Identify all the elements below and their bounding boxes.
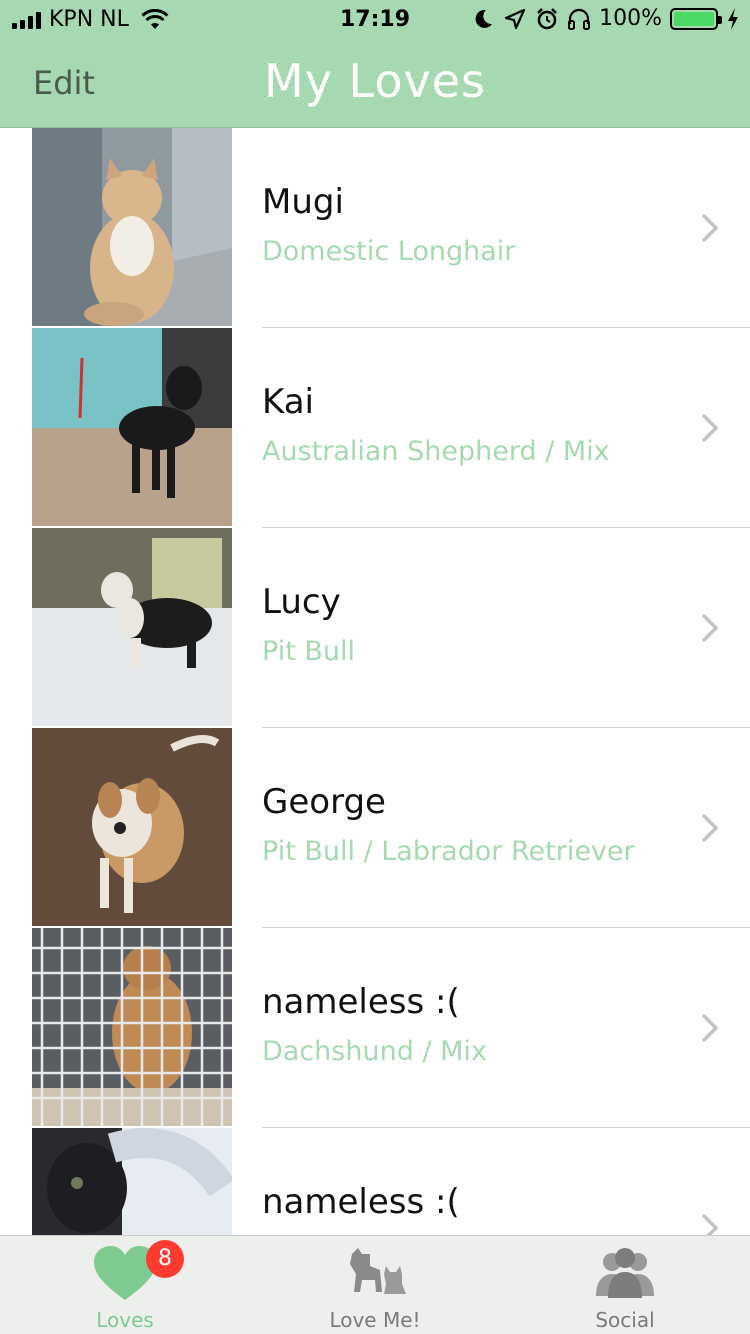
pet-breed: Dachshund / Mix	[262, 1036, 487, 1067]
status-bar: KPN NL 17:19 100%	[0, 0, 750, 40]
chevron-right-icon	[702, 1014, 718, 1042]
alarm-icon	[537, 7, 557, 29]
pet-breed: Domestic Longhair	[262, 236, 516, 267]
list-item[interactable]: Lucy Pit Bull	[0, 528, 750, 728]
list-item[interactable]: nameless :(	[0, 1128, 750, 1235]
tab-social[interactable]: Social	[500, 1236, 750, 1334]
pet-name: Lucy	[262, 582, 341, 622]
tab-loves[interactable]: 8 Loves	[0, 1236, 250, 1334]
dog-photo	[32, 528, 232, 726]
pet-name: George	[262, 782, 386, 822]
tab-label: Loves	[96, 1308, 154, 1332]
tab-label: Love Me!	[329, 1308, 421, 1332]
moon-icon	[475, 9, 493, 28]
tab-label: Social	[595, 1308, 655, 1332]
cat-photo	[32, 1128, 232, 1235]
navigation-bar: Edit My Loves	[0, 40, 750, 128]
people-icon	[596, 1248, 654, 1298]
notification-badge: 8	[146, 1240, 184, 1278]
location-icon	[504, 8, 526, 29]
chevron-right-icon	[702, 414, 718, 442]
list-item[interactable]: nameless :( Dachshund / Mix	[0, 928, 750, 1128]
chevron-right-icon	[702, 214, 718, 242]
cat-photo	[32, 128, 232, 326]
battery-icon	[670, 7, 722, 30]
pet-list[interactable]: Mugi Domestic Longhair Kai Australian Sh…	[0, 128, 750, 1235]
charging-icon	[728, 7, 738, 30]
status-right: 100%	[471, 6, 740, 31]
pet-name: nameless :(	[262, 982, 460, 1022]
battery-percent: 100%	[599, 6, 662, 31]
tab-bar: 8 Loves Love Me! Social	[0, 1235, 750, 1334]
chevron-right-icon	[702, 614, 718, 642]
list-item[interactable]: Mugi Domestic Longhair	[0, 128, 750, 328]
pet-breed: Pit Bull	[262, 636, 355, 667]
cat-dog-icon	[350, 1248, 406, 1294]
pet-breed: Pit Bull / Labrador Retriever	[262, 836, 635, 867]
chevron-right-icon	[702, 1214, 718, 1235]
chevron-right-icon	[702, 814, 718, 842]
pet-name: nameless :(	[262, 1182, 460, 1222]
list-item[interactable]: Kai Australian Shepherd / Mix	[0, 328, 750, 528]
pet-name: Kai	[262, 382, 314, 422]
list-item[interactable]: George Pit Bull / Labrador Retriever	[0, 728, 750, 928]
tab-love-me[interactable]: Love Me!	[250, 1236, 500, 1334]
dog-photo	[32, 728, 232, 926]
screen: KPN NL 17:19 100% Edit My Loves Mugi Dom…	[0, 0, 750, 1334]
page-title: My Loves	[264, 54, 486, 108]
dog-in-kennel-photo	[32, 928, 232, 1126]
pet-name: Mugi	[262, 182, 344, 222]
dog-photo	[32, 328, 232, 526]
headphones-icon	[568, 8, 591, 30]
pet-breed: Australian Shepherd / Mix	[262, 436, 610, 467]
